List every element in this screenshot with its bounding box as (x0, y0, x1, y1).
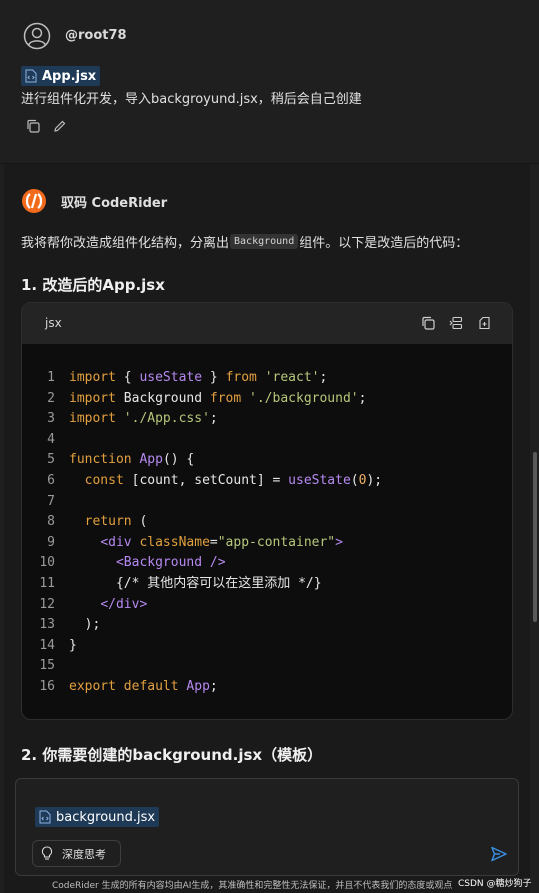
code-text: export default App; (69, 678, 218, 694)
attached-file-chip[interactable]: App.jsx (21, 66, 101, 86)
copy-icon (422, 316, 435, 330)
code-line: 6 const [count, setCount] = useState(0); (22, 471, 512, 492)
edit-message-button[interactable] (51, 117, 69, 135)
line-number: 7 (47, 493, 55, 509)
code-text: import { useState } from 'react'; (69, 370, 328, 385)
lightbulb-icon (41, 846, 53, 860)
code-line: 1 import { useState } from 'react'; (22, 368, 512, 389)
line-number: 4 (47, 431, 55, 447)
line-number: 6 (47, 472, 55, 488)
line-number: 12 (39, 596, 55, 612)
code-line: 9 <div className="app-container"> (22, 533, 512, 554)
code-line: 4 (22, 430, 512, 451)
code-line: 13 ); (22, 615, 512, 636)
insert-code-button[interactable] (447, 314, 465, 332)
line-number: 9 (47, 534, 55, 550)
code-language-label: jsx (45, 316, 62, 330)
assistant-intro: 我将帮你改造成组件化结构，分离出 Background 组件。以下是改造后的代码… (21, 232, 468, 251)
user-avatar-icon (23, 22, 51, 50)
line-number: 15 (39, 658, 55, 674)
code-line: 16 export default App; (22, 677, 512, 698)
attached-file-name: App.jsx (42, 68, 97, 84)
code-text: import './App.css'; (69, 411, 218, 427)
file-code-icon (39, 810, 51, 824)
line-number: 10 (39, 555, 55, 571)
code-line: 12 </div> (22, 595, 512, 616)
code-block: jsx 1 import { useState} from 'react'; … (21, 302, 513, 720)
edit-icon (54, 120, 66, 132)
deep-think-button[interactable]: 深度思考 (32, 840, 121, 867)
line-number: 13 (39, 617, 55, 633)
file-code-icon (25, 69, 37, 83)
code-text: function App() { (69, 452, 195, 468)
line-number: 14 (39, 637, 55, 653)
message-composer[interactable]: background.jsx 深度思考 (15, 778, 519, 876)
code-line: 10 <Background /> (22, 553, 512, 574)
line-number: 8 (47, 514, 55, 530)
user-message-text: 进行组件化开发，导入backgroyund.jsx，稍后会自己创建 (21, 92, 362, 107)
code-text: ); (69, 617, 101, 633)
copy-message-button[interactable] (24, 117, 42, 135)
code-body: 1 import { useState } from 'react'; 2 impor… (22, 368, 512, 698)
line-number: 1 (47, 370, 55, 385)
intro-text-after: 组件。以下是改造后的代码： (299, 236, 469, 251)
code-text: import Background from './background'; (69, 390, 367, 406)
line-number: 11 (39, 575, 55, 591)
footer: CodeRider 生成的所有内容均由AI生成，其准确性和完整性无法保证，并且不… (0, 876, 539, 893)
line-number: 3 (47, 411, 55, 427)
code-text: return ( (84, 514, 148, 530)
code-text: <Background /> (115, 555, 226, 571)
deep-think-label: 深度思考 (62, 847, 106, 861)
code-text: </div> (100, 596, 148, 612)
section-heading-2: 2. 你需要创建的background.jsx（模板） (21, 746, 323, 764)
send-icon[interactable] (490, 845, 508, 863)
code-text: } (69, 637, 77, 653)
composer-file-chip[interactable]: background.jsx (35, 807, 160, 827)
ai-disclaimer: CodeRider 生成的所有内容均由AI生成，其准确性和完整性无法保证，并且不… (52, 881, 453, 891)
code-text: const [count, setCount] = useState(0); (84, 472, 383, 488)
line-number: 2 (47, 390, 55, 406)
composer-file-name: background.jsx (56, 809, 156, 825)
line-number: 16 (39, 678, 55, 694)
code-text: <div className="app-container"> (100, 534, 343, 550)
user-message-block: @root78 App.jsx 进行组件化开发，导入backgroyund.js… (4, 0, 530, 163)
code-line: 8 return ( (22, 512, 512, 533)
code-line: 5 function App() { (22, 450, 512, 471)
coderider-logo-icon (22, 189, 46, 213)
line-number: 5 (47, 452, 55, 468)
username: @root78 (65, 28, 127, 43)
code-line: 7 (22, 492, 512, 513)
code-line: 3 import './App.css'; (22, 409, 512, 430)
code-text: {/* 其他内容可以在这里添加 */} (115, 575, 322, 591)
insert-icon (449, 316, 463, 330)
new-file-icon (479, 316, 490, 330)
intro-text-before: 我将帮你改造成组件化结构，分离出 (21, 236, 230, 251)
csdn-watermark: CSDN @糖炒狗子 (458, 879, 532, 889)
code-line: 2 import Background from './background'; (22, 389, 512, 410)
scrollbar-thumb[interactable] (533, 452, 537, 622)
section-heading-1: 1. 改造后的App.jsx (21, 276, 165, 294)
code-line: 15 (22, 656, 512, 677)
copy-icon (27, 119, 40, 133)
code-block-header: jsx (22, 303, 512, 344)
code-line: 11 {/* 其他内容可以在这里添加 */} (22, 574, 512, 595)
copy-code-button[interactable] (419, 314, 437, 332)
inline-code: Background (230, 234, 299, 249)
code-line: 14} (22, 636, 512, 657)
assistant-name: 驭码 CodeRider (61, 196, 168, 211)
new-file-button[interactable] (475, 314, 493, 332)
